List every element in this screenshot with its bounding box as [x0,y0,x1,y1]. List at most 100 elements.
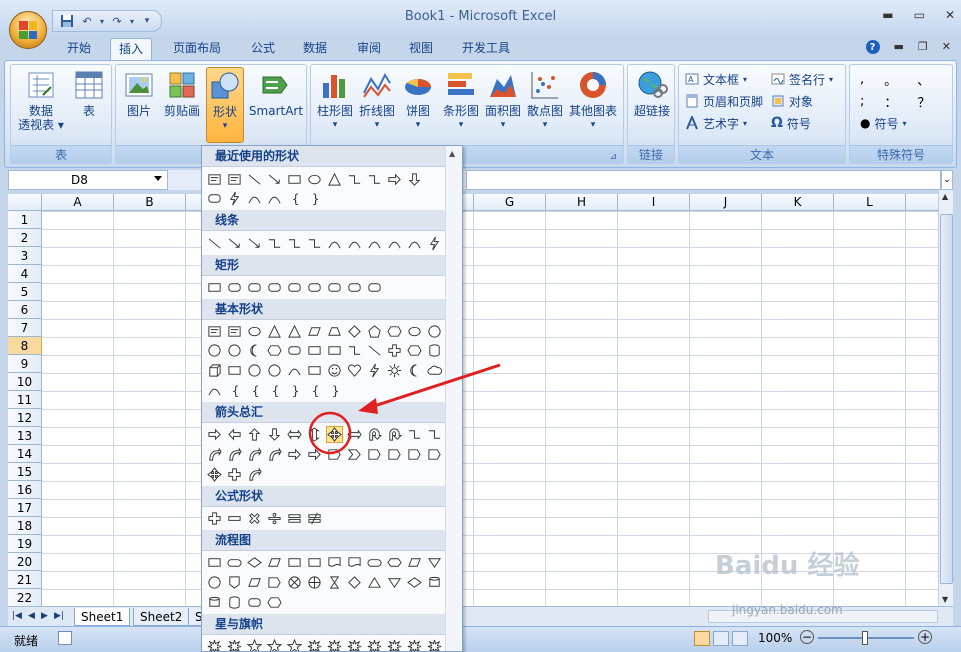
row-header[interactable]: 2 [8,229,42,247]
line-bolt-icon[interactable] [426,235,443,252]
basic-oval-icon[interactable] [406,323,423,340]
line-curve-icon[interactable] [386,235,403,252]
arrow-curved-icon[interactable] [246,466,263,483]
flow-flowproc-icon[interactable] [286,554,303,571]
equation-eq-icon[interactable] [286,510,303,527]
shape-darrow-icon[interactable] [406,171,423,188]
special-char-enum-comma[interactable]: 、 [917,70,930,89]
rect-rect-icon[interactable] [206,279,223,296]
basic-text-icon[interactable] [226,323,243,340]
arrow-rarrow-icon[interactable] [286,446,303,463]
shape-curve-icon[interactable] [266,190,283,207]
arrow-lr-icon[interactable] [346,426,363,443]
row-header[interactable]: 6 [8,301,42,319]
shape-brace-icon[interactable]: { [286,190,303,207]
star-burst-icon[interactable] [426,638,443,651]
next-sheet-icon[interactable]: ▶ [41,611,48,621]
arrow-elbow-icon[interactable] [406,426,423,443]
row-header[interactable]: 10 [8,373,42,391]
area-chart-button[interactable]: 面积图 ▾ [483,69,523,132]
basic-brace-icon[interactable]: { [266,382,283,399]
basic-brace-icon[interactable]: { [306,382,323,399]
quad-arrow-shape-icon[interactable] [326,426,343,443]
flow-orj-icon[interactable] [306,574,323,591]
basic-diamond-icon[interactable] [346,323,363,340]
basic-cube-icon[interactable] [206,362,223,379]
basic-rect-icon[interactable] [226,362,243,379]
column-header[interactable]: I [618,194,690,211]
sheet-tab-sheet1[interactable]: Sheet1 [74,608,131,626]
shapes-button[interactable]: 形状 ▾ [206,67,244,143]
row-header[interactable]: 8 [8,337,42,355]
basic-line-icon[interactable] [366,342,383,359]
last-sheet-icon[interactable]: ▶| [54,611,64,621]
basic-hex-icon[interactable] [386,323,403,340]
equation-neq-icon[interactable] [306,510,323,527]
column-header[interactable]: B [114,194,186,211]
rect-rrect-icon[interactable] [246,279,263,296]
row-header[interactable]: 15 [8,463,42,481]
basic-rect-icon[interactable] [306,362,323,379]
flow-flowdoc-icon[interactable] [326,554,343,571]
office-button[interactable] [9,11,47,49]
shape-text-icon[interactable] [206,171,223,188]
smartart-button[interactable]: SmartArt [248,69,304,118]
star-burst-icon[interactable] [306,638,323,651]
flow-diamond-icon[interactable] [346,574,363,591]
flow-flowdata-icon[interactable] [246,574,263,591]
shape-rect-icon[interactable] [286,171,303,188]
tab-developer[interactable]: 开发工具 [462,38,510,60]
arrow-callout-icon[interactable] [386,446,403,463]
flow-flowdata-icon[interactable] [266,554,283,571]
column-header[interactable]: J [690,194,762,211]
star-star-icon[interactable] [286,638,303,651]
arrow-rarrow-icon[interactable] [206,426,223,443]
flow-merge-icon[interactable] [426,554,443,571]
minimize-icon[interactable]: ▬ [882,8,893,22]
row-header[interactable]: 1 [8,211,42,229]
shape-curve-icon[interactable] [246,190,263,207]
line-curve-icon[interactable] [326,235,343,252]
flow-hex-icon[interactable] [266,594,283,611]
arrow-lr-icon[interactable] [286,426,303,443]
arrow-curved-icon[interactable] [266,446,283,463]
special-char-period[interactable]: 。 [884,70,897,89]
flow-extract-icon[interactable] [366,574,383,591]
flow-flowdoc-icon[interactable] [346,554,363,571]
menu-scroll-up-icon[interactable]: ▲ [449,149,455,158]
macro-record-icon[interactable] [58,631,72,645]
special-char-comma[interactable]: , [860,72,864,87]
maximize-icon[interactable]: ▭ [914,8,925,22]
tab-home[interactable]: 开始 [67,38,91,60]
line-line-icon[interactable] [206,235,223,252]
basic-bracer-icon[interactable]: } [326,382,343,399]
tab-page-layout[interactable]: 页面布局 [173,38,221,60]
tab-formulas[interactable]: 公式 [251,38,275,60]
rect-rrect-icon[interactable] [366,279,383,296]
basic-moon-icon[interactable] [246,342,263,359]
row-header[interactable]: 12 [8,409,42,427]
basic-cyl-icon[interactable] [426,342,443,359]
star-burst-icon[interactable] [226,638,243,651]
arrow-curved-icon[interactable] [246,446,263,463]
basic-smile-icon[interactable] [326,362,343,379]
line-elbow-icon[interactable] [306,235,323,252]
rect-rrect-icon[interactable] [306,279,323,296]
column-chart-button[interactable]: 柱形图 ▾ [315,69,355,132]
flow-cyl-icon[interactable] [226,594,243,611]
zoom-in-icon[interactable]: + [918,630,932,644]
signature-line-button[interactable]: 签名行 ▾ [771,69,833,89]
select-all-corner[interactable] [8,194,42,211]
basic-circle-icon[interactable] [206,342,223,359]
zoom-slider-thumb[interactable] [862,631,868,645]
row-header[interactable]: 5 [8,283,42,301]
sheet-tab-sheet2[interactable]: Sheet2 [133,608,190,626]
flow-offpage-icon[interactable] [226,574,243,591]
rect-rrect-icon[interactable] [346,279,363,296]
flow-disk-icon[interactable] [206,594,223,611]
basic-rect-icon[interactable] [326,342,343,359]
charts-dialog-launcher-icon[interactable]: ⊿ [609,152,617,162]
arrow-callout-icon[interactable] [426,446,443,463]
object-button[interactable]: 对象 [771,91,813,111]
doc-restore-icon[interactable]: ❐ [918,40,928,54]
